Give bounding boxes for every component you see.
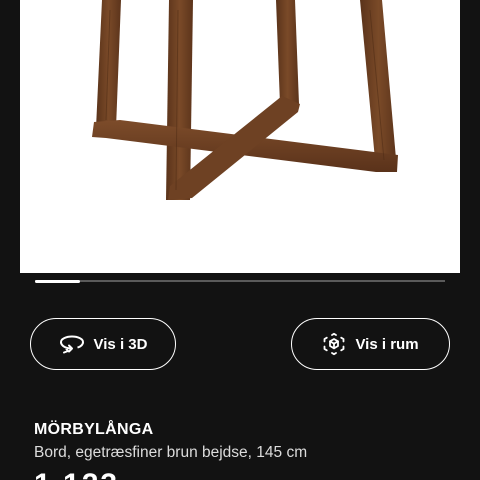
leg-front-center [166, 0, 193, 200]
view-3d-label: Vis i 3D [93, 335, 148, 353]
ar-cube-icon [322, 332, 346, 356]
view-in-room-button[interactable]: Vis i rum [291, 318, 450, 370]
product-name[interactable]: MÖRBYLÅNGA [34, 421, 153, 439]
carousel-progress-thumb [35, 279, 81, 283]
image-carousel-progress[interactable] [35, 279, 445, 283]
product-page: Vis i 3D Vis i rum MÖRBYLÅNGA Bord, eget… [0, 0, 480, 480]
view-3d-button[interactable]: Vis i 3D [30, 318, 176, 370]
rotate-3d-icon [59, 334, 85, 354]
view-in-room-label: Vis i rum [355, 335, 419, 353]
product-price: 1 123 [34, 470, 119, 480]
leg-front-right [360, 0, 397, 170]
product-description: Bord, egetræsfiner brun bejdse, 145 cm [34, 444, 308, 461]
table-illustration [92, 0, 398, 200]
product-image[interactable] [20, 0, 460, 273]
leg-back-right [276, 0, 299, 104]
